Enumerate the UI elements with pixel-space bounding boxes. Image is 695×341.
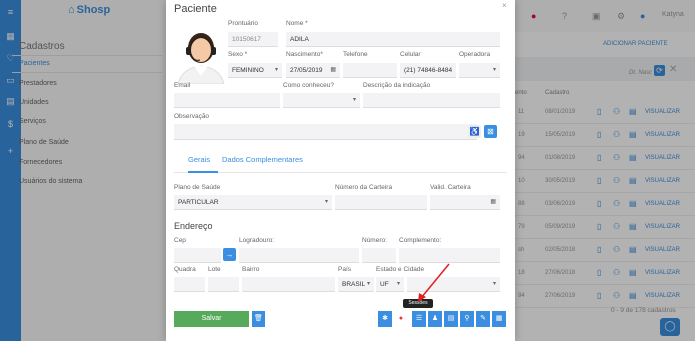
red-arrow-annotation [418, 263, 450, 302]
